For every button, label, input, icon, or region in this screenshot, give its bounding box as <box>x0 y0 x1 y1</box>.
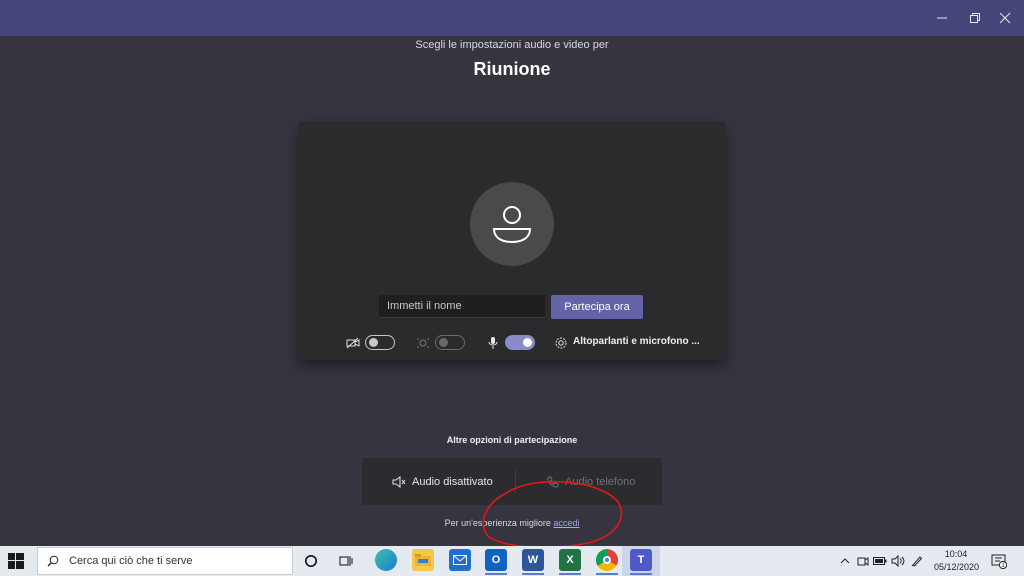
title-bar <box>0 0 1024 36</box>
search-placeholder: Cerca qui ciò che ti serve <box>69 555 193 567</box>
better-experience-prefix: Per un'esperienza migliore <box>444 518 554 528</box>
minimize-icon[interactable] <box>932 8 952 28</box>
join-now-button[interactable]: Partecipa ora <box>551 295 643 319</box>
gear-icon[interactable] <box>553 335 569 351</box>
volume-icon[interactable] <box>891 554 905 568</box>
chrome-running-indicator <box>596 573 618 575</box>
outlook-running-indicator <box>485 573 507 575</box>
better-experience-text: Per un'esperienza migliore accedi <box>0 518 1024 528</box>
word-running-indicator <box>522 573 544 575</box>
edge-icon[interactable] <box>375 549 397 571</box>
video-preview-panel: Partecipa ora Altoparlanti e microfono .… <box>299 122 725 360</box>
restore-icon[interactable] <box>965 8 985 28</box>
file-explorer-icon[interactable] <box>412 549 434 571</box>
notification-icon[interactable]: 1 <box>991 553 1008 570</box>
audio-off-option[interactable]: Audio disattivato <box>392 473 493 491</box>
clock-date: 05/12/2020 <box>934 562 980 572</box>
mail-icon[interactable] <box>449 549 471 571</box>
camera-toggle[interactable] <box>365 335 395 350</box>
name-input[interactable] <box>379 295 545 318</box>
options-divider <box>515 470 516 493</box>
taskbar: Cerca qui ciò che ti serve O W X T 10:04… <box>0 546 1024 576</box>
person-icon <box>492 206 532 244</box>
phone-audio-option[interactable]: Audio telefono <box>547 473 635 491</box>
cortana-icon[interactable] <box>301 551 321 571</box>
windows-start-icon[interactable] <box>8 553 24 569</box>
avatar <box>470 182 554 266</box>
pre-join-screen: Scegli le impostazioni audio e video per… <box>0 36 1024 546</box>
background-blur-toggle[interactable] <box>435 335 465 350</box>
speaker-off-icon <box>392 476 406 488</box>
meet-now-icon[interactable] <box>856 554 870 568</box>
task-view-icon[interactable] <box>336 551 356 571</box>
device-settings-link[interactable]: Altoparlanti e microfono ... <box>573 336 700 347</box>
page-subtitle: Scegli le impostazioni audio e video per <box>415 39 609 51</box>
excel-icon[interactable]: X <box>559 549 581 571</box>
other-options-heading: Altre opzioni di partecipazione <box>446 435 578 445</box>
background-blur-icon <box>415 335 431 351</box>
chevron-up-icon[interactable] <box>838 554 852 568</box>
phone-icon <box>547 476 559 488</box>
other-options-panel: Audio disattivato Audio telefono <box>362 458 662 505</box>
outlook-icon[interactable]: O <box>485 549 507 571</box>
system-clock[interactable]: 10:04 05/12/2020 <box>934 548 980 574</box>
chrome-icon[interactable] <box>596 549 618 571</box>
camera-off-icon <box>345 335 361 351</box>
clock-time: 10:04 <box>944 549 968 559</box>
word-icon[interactable]: W <box>522 549 544 571</box>
teams-icon[interactable]: T <box>630 549 652 571</box>
audio-off-label: Audio disattivato <box>412 476 493 488</box>
device-controls: Altoparlanti e microfono ... <box>299 332 725 356</box>
microphone-icon <box>485 335 501 351</box>
battery-icon[interactable] <box>873 554 887 568</box>
taskbar-search-box[interactable]: Cerca qui ciò che ti serve <box>37 547 293 575</box>
microphone-toggle[interactable] <box>505 335 535 350</box>
page-title: Riunione <box>473 59 551 79</box>
sign-in-link[interactable]: accedi <box>553 518 579 528</box>
pen-icon[interactable] <box>910 554 924 568</box>
phone-audio-label: Audio telefono <box>565 476 636 488</box>
search-icon <box>47 555 59 567</box>
teams-running-indicator <box>630 573 652 575</box>
close-icon[interactable] <box>995 8 1015 28</box>
excel-running-indicator <box>559 573 581 575</box>
